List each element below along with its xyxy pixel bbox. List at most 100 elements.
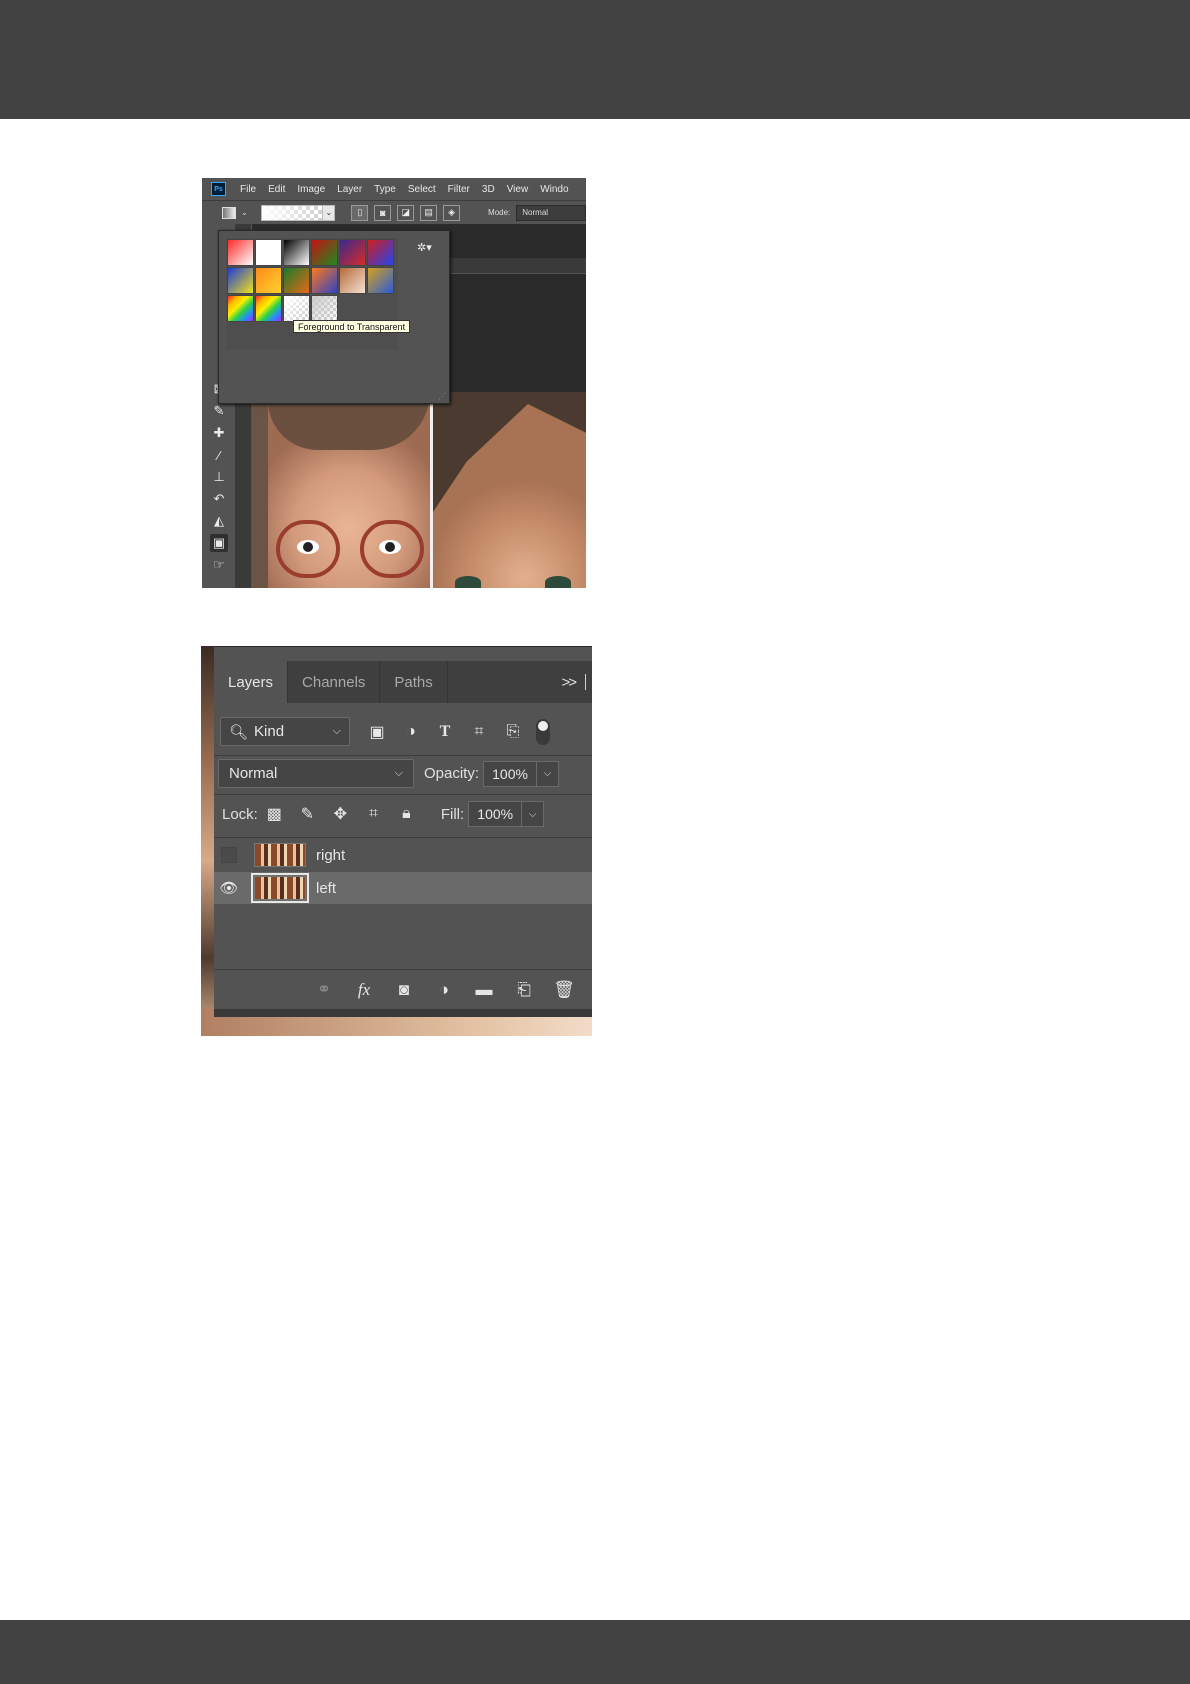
gradient-swatch[interactable]	[255, 267, 282, 294]
page-bottom-bar	[0, 1620, 1190, 1684]
gradient-swatch[interactable]	[339, 267, 366, 294]
gradient-swatch[interactable]	[227, 295, 254, 322]
chevron-down-icon[interactable]: ⌄	[241, 208, 248, 217]
adjustment-filter-icon[interactable]: ◑	[394, 723, 428, 741]
adjustment-layer-icon[interactable]: ◑	[424, 980, 464, 1000]
lock-all-icon[interactable]: 🔒︎	[390, 805, 423, 823]
tab-channels[interactable]: Channels	[288, 661, 381, 703]
linear-gradient-button[interactable]: ▯	[351, 204, 369, 221]
panel-expand-icon[interactable]: >>	[561, 674, 576, 691]
gradient-dropdown-icon[interactable]: ⌄	[323, 204, 336, 221]
gradient-swatch[interactable]	[283, 239, 310, 266]
lock-transparency-icon[interactable]: ▩	[258, 804, 291, 824]
gradient-swatch[interactable]	[311, 267, 338, 294]
menu-view[interactable]: View	[507, 184, 529, 195]
eyedropper-icon[interactable]: ✎	[210, 402, 228, 420]
gradient-swatch[interactable]	[367, 267, 394, 294]
menu-file[interactable]: File	[240, 184, 256, 195]
lock-pixels-icon[interactable]: ✎	[291, 804, 324, 824]
opacity-input[interactable]: 100%	[483, 760, 538, 787]
shape-filter-icon[interactable]: ⌗	[462, 723, 496, 741]
healing-brush-icon[interactable]: ✚	[210, 424, 228, 442]
tab-paths[interactable]: Paths	[380, 661, 448, 703]
gradient-swatch[interactable]	[255, 239, 282, 266]
chevron-down-icon: ⌵	[394, 767, 403, 779]
fx-icon[interactable]: fx	[344, 980, 384, 1000]
gradient-tool-icon[interactable]: ▣	[210, 534, 228, 552]
layers-footer: ⚭ fx ◙ ◑ ▬ ⎗ 🗑︎	[214, 969, 592, 1009]
filter-toggle[interactable]	[536, 718, 550, 745]
gradient-swatch[interactable]	[283, 295, 310, 322]
layer-row-left[interactable]: 👁︎ left	[214, 872, 592, 904]
brush-icon[interactable]: ⁄	[210, 446, 228, 464]
photo-eye	[297, 540, 319, 554]
menu-3d[interactable]: 3D	[482, 184, 495, 195]
fill-input[interactable]: 100%	[468, 801, 523, 827]
mask-icon[interactable]: ◙	[384, 980, 424, 1000]
angle-gradient-button[interactable]: ◪	[397, 204, 415, 221]
gradient-swatch[interactable]	[311, 239, 338, 266]
trash-icon[interactable]: 🗑︎	[544, 980, 584, 1000]
menu-window[interactable]: Windo	[540, 184, 568, 195]
mode-select[interactable]: Normal	[516, 204, 586, 221]
link-icon[interactable]: ⚭	[304, 980, 344, 1000]
blend-mode-select[interactable]: Normal ⌵	[218, 759, 414, 788]
opacity-dropdown-icon[interactable]: ⌵	[537, 760, 560, 787]
gradient-swatch[interactable]	[255, 295, 282, 322]
photoshop-gradient-screenshot: Ps File Edit Image Layer Type Select Fil…	[202, 178, 586, 588]
eraser-icon[interactable]: ◭	[210, 512, 228, 530]
background-photo-edge	[201, 646, 215, 1036]
gradient-picker-popup: ✲▾ ⋰ Foreground to Transparent	[218, 230, 450, 404]
menu-type[interactable]: Type	[374, 184, 396, 195]
photoshop-logo: Ps	[211, 182, 226, 196]
radial-gradient-button[interactable]: ◙	[374, 204, 392, 221]
menu-edit[interactable]: Edit	[268, 184, 285, 195]
type-filter-icon[interactable]: T	[428, 723, 462, 741]
fill-label: Fill:	[440, 805, 465, 823]
gradient-swatch[interactable]	[227, 239, 254, 266]
kind-filter-label: Kind	[254, 723, 285, 740]
lock-position-icon[interactable]: ✥	[324, 804, 357, 824]
gradient-swatch[interactable]	[227, 267, 254, 294]
smudge-icon[interactable]: ☞	[210, 556, 228, 574]
smart-object-filter-icon[interactable]: ⎘	[496, 723, 530, 741]
stamp-icon[interactable]: ⊥	[210, 468, 228, 486]
photo-eye	[545, 576, 571, 588]
tool-preset-icon[interactable]	[222, 206, 236, 219]
menu-layer[interactable]: Layer	[337, 184, 362, 195]
menu-filter[interactable]: Filter	[448, 184, 470, 195]
menu-image[interactable]: Image	[297, 184, 325, 195]
eye-icon[interactable]: 👁︎	[214, 872, 244, 904]
image-filter-icon[interactable]: ▣	[360, 722, 394, 742]
visibility-toggle[interactable]	[214, 839, 244, 871]
divider	[214, 794, 592, 795]
layers-panel: Layers Channels Paths >> 🔍︎ Kind ⌵ ▣ ◑ T…	[214, 646, 592, 1017]
photo-hair	[433, 392, 586, 512]
tab-layers[interactable]: Layers	[214, 661, 289, 703]
gradient-preview[interactable]	[260, 204, 324, 221]
reflected-gradient-button[interactable]: ▤	[420, 204, 438, 221]
gradient-swatch[interactable]	[367, 239, 394, 266]
canvas-photo-woman	[433, 392, 586, 588]
history-brush-icon[interactable]: ↶	[210, 490, 228, 508]
new-layer-icon[interactable]: ⎗	[504, 980, 544, 1000]
search-icon: 🔍︎	[229, 723, 249, 741]
layer-thumbnail	[251, 873, 309, 903]
panel-menu-divider	[585, 674, 586, 690]
resize-grip-icon[interactable]: ⋰	[438, 392, 446, 401]
gradient-swatch[interactable]	[283, 267, 310, 294]
gradient-swatch[interactable]	[339, 239, 366, 266]
menu-select[interactable]: Select	[408, 184, 436, 195]
gradient-swatch[interactable]	[311, 295, 338, 322]
fill-dropdown-icon[interactable]: ⌵	[522, 801, 545, 827]
photo-eye	[455, 576, 481, 588]
lock-artboard-icon[interactable]: ⌗	[357, 805, 390, 823]
gear-icon[interactable]: ✲▾	[417, 241, 432, 254]
layer-row-right[interactable]: right	[214, 839, 592, 871]
filter-row: 🔍︎ Kind ⌵ ▣ ◑ T ⌗ ⎘	[214, 717, 592, 746]
diamond-gradient-button[interactable]: ◈	[443, 204, 461, 221]
kind-filter-select[interactable]: 🔍︎ Kind ⌵	[220, 717, 350, 746]
lock-row: Lock: ▩ ✎ ✥ ⌗ 🔒︎ Fill: 100% ⌵	[214, 801, 592, 827]
panel-bottom-edge	[214, 1009, 592, 1017]
folder-icon[interactable]: ▬	[464, 980, 504, 1000]
